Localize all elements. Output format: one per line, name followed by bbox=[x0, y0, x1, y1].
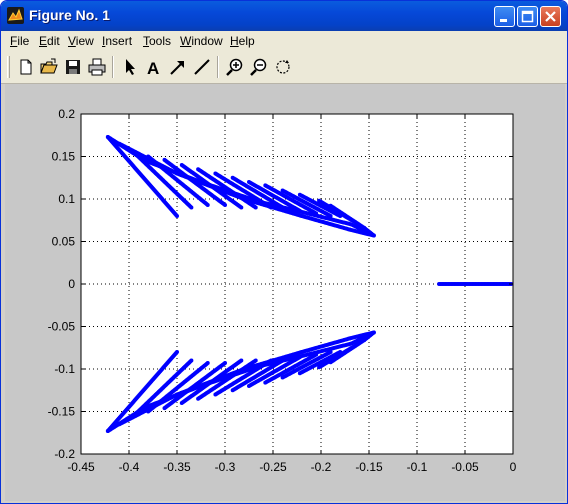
x-tick-label: -0.2 bbox=[311, 460, 332, 474]
toolbar-separator-2 bbox=[217, 56, 219, 78]
data-point bbox=[328, 214, 333, 218]
scatter-plot[interactable]: -0.45 -0.4 -0.35 -0.3 -0.25 -0.2 -0.15 -0.1 -0.0… bbox=[5, 84, 565, 501]
close-icon bbox=[545, 11, 556, 22]
save-icon[interactable] bbox=[63, 57, 83, 77]
y-tick-label: 0.15 bbox=[52, 150, 76, 164]
title-bar[interactable]: Figure No. 1 bbox=[1, 1, 567, 31]
menu-file-rest: ile bbox=[17, 34, 30, 48]
y-tick-label: -0.05 bbox=[48, 320, 76, 334]
data-point bbox=[371, 330, 376, 335]
menu-edit[interactable]: Edit bbox=[39, 34, 60, 48]
menu-tools[interactable]: Tools bbox=[143, 34, 171, 48]
y-tick-label: -0.2 bbox=[54, 447, 75, 461]
data-point bbox=[175, 214, 179, 218]
svg-text:A: A bbox=[147, 59, 159, 77]
data-point bbox=[189, 205, 194, 210]
data-point bbox=[269, 358, 274, 363]
data-point bbox=[314, 211, 319, 216]
menu-window-rest: indow bbox=[191, 34, 223, 48]
menu-insert-rest: nsert bbox=[105, 34, 133, 48]
y-tick-label: 0.05 bbox=[52, 235, 76, 249]
data-point bbox=[205, 202, 210, 207]
new-figure-icon[interactable] bbox=[16, 57, 36, 77]
data-point bbox=[283, 207, 288, 212]
x-tick-label: -0.25 bbox=[259, 460, 287, 474]
insert-text-icon[interactable]: A bbox=[144, 57, 164, 77]
figure-toolbar: A bbox=[1, 51, 567, 84]
data-point bbox=[371, 233, 376, 238]
data-point bbox=[269, 205, 274, 210]
x-tick-label: -0.35 bbox=[163, 460, 191, 474]
minimize-icon bbox=[500, 19, 507, 22]
menu-help-rest: elp bbox=[238, 34, 255, 48]
data-point bbox=[239, 358, 244, 363]
rotate-3d-icon[interactable] bbox=[273, 57, 293, 77]
figure-canvas[interactable]: -0.45 -0.4 -0.35 -0.3 -0.25 -0.2 -0.15 -0.1 -0.0… bbox=[5, 84, 565, 501]
data-point bbox=[223, 361, 227, 366]
data-point bbox=[253, 205, 258, 210]
window-title: Figure No. 1 bbox=[29, 7, 110, 23]
x-tick-label: -0.3 bbox=[215, 460, 236, 474]
menu-window[interactable]: Window bbox=[180, 34, 223, 48]
x-tick-label: -0.05 bbox=[451, 460, 479, 474]
y-tick-label: 0.2 bbox=[58, 107, 75, 121]
toolbar-separator bbox=[112, 56, 114, 78]
menu-file[interactable]: File bbox=[10, 34, 29, 48]
edit-plot-arrow-icon[interactable] bbox=[120, 57, 140, 77]
x-tick-label: -0.45 bbox=[67, 460, 95, 474]
data-point bbox=[297, 355, 302, 360]
menu-tools-rest: ools bbox=[149, 34, 172, 48]
menu-bar: File Edit View Insert Tools Window Help bbox=[1, 31, 567, 51]
menu-view-rest: iew bbox=[75, 34, 94, 48]
insert-arrow-icon[interactable] bbox=[168, 57, 188, 77]
print-icon[interactable] bbox=[87, 57, 107, 77]
data-point bbox=[314, 352, 319, 357]
data-point bbox=[283, 356, 288, 361]
maximize-button[interactable] bbox=[517, 6, 538, 27]
x-tick-label: 0 bbox=[510, 460, 517, 474]
data-point bbox=[253, 358, 258, 363]
y-tick-label: -0.1 bbox=[54, 362, 75, 376]
toolbar-grip[interactable] bbox=[7, 56, 10, 78]
data-point bbox=[239, 205, 244, 210]
matlab-app-icon[interactable] bbox=[7, 7, 24, 24]
y-tick-label: 0.1 bbox=[58, 192, 75, 206]
data-point bbox=[205, 361, 210, 366]
menu-help[interactable]: Help bbox=[230, 34, 255, 48]
data-point bbox=[189, 358, 194, 363]
y-tick-label: -0.15 bbox=[48, 405, 76, 419]
zoom-out-icon[interactable] bbox=[249, 57, 269, 77]
close-button[interactable] bbox=[540, 6, 561, 27]
data-point bbox=[297, 208, 302, 213]
open-file-icon[interactable] bbox=[39, 57, 59, 77]
y-tick-label: 0 bbox=[68, 277, 75, 291]
menu-edit-rest: dit bbox=[47, 34, 60, 48]
data-point bbox=[175, 350, 179, 354]
series-2 bbox=[437, 282, 514, 286]
x-tick-label: -0.4 bbox=[119, 460, 140, 474]
minimize-button[interactable] bbox=[494, 6, 515, 27]
x-tick-label: -0.1 bbox=[407, 460, 428, 474]
menu-view[interactable]: View bbox=[68, 34, 94, 48]
menu-insert[interactable]: Insert bbox=[102, 34, 132, 48]
maximize-icon bbox=[521, 10, 534, 23]
data-point bbox=[223, 202, 227, 207]
figure-window: Figure No. 1 File Edit View Insert Tools… bbox=[0, 0, 568, 504]
zoom-in-icon[interactable] bbox=[225, 57, 245, 77]
data-point bbox=[328, 350, 333, 354]
insert-line-icon[interactable] bbox=[192, 57, 212, 77]
x-tick-label: -0.15 bbox=[355, 460, 383, 474]
